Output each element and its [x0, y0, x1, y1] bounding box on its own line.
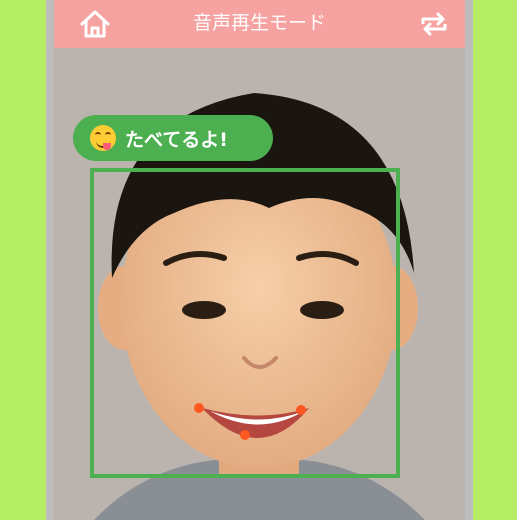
switch-camera-button[interactable]: [417, 8, 451, 40]
status-text: たべてるよ!: [125, 128, 228, 151]
mouth-landmark-right: [296, 405, 306, 415]
app-header: 音声再生モード: [54, 0, 465, 48]
face-savoring-food-emoji: [90, 125, 116, 151]
mouth-landmark-bottom: [240, 430, 250, 440]
mouth-landmark-left: [194, 403, 204, 413]
page-title: 音声再生モード: [192, 12, 326, 34]
app-screen: 音声再生モード: [46, 0, 473, 520]
refresh-icon: [421, 12, 447, 36]
status-bubble: たべてるよ!: [73, 115, 273, 161]
